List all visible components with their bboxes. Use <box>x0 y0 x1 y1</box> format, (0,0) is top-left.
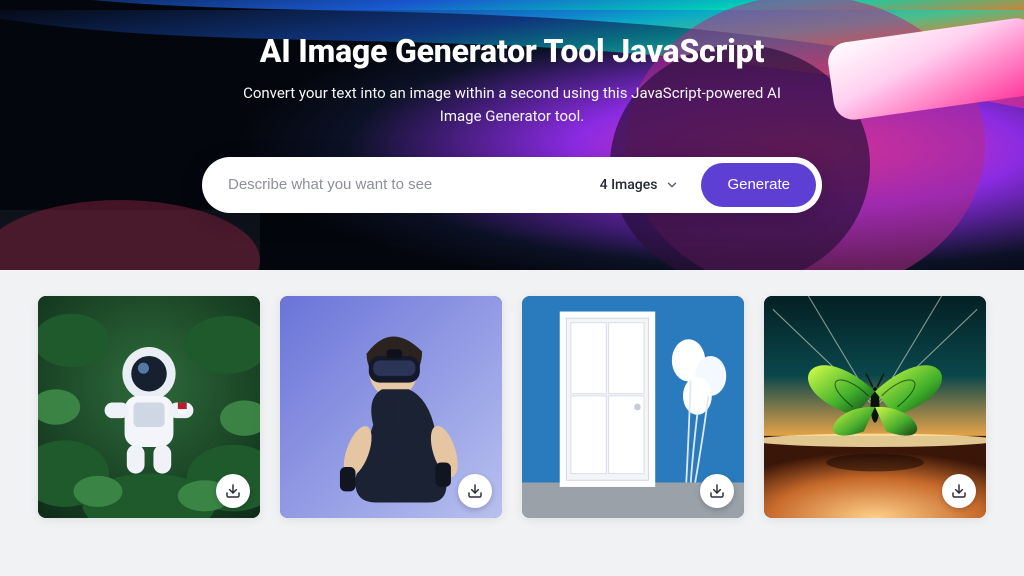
result-card <box>38 296 260 518</box>
download-button[interactable] <box>216 474 250 508</box>
prompt-input[interactable] <box>228 176 578 193</box>
page-title: AI Image Generator Tool JavaScript <box>260 32 764 70</box>
page-subtitle: Convert your text into an image within a… <box>232 82 792 129</box>
download-button[interactable] <box>458 474 492 508</box>
download-button[interactable] <box>700 474 734 508</box>
download-button[interactable] <box>942 474 976 508</box>
image-count-label: 4 Images <box>600 177 658 193</box>
result-card <box>764 296 986 518</box>
download-icon <box>467 483 483 499</box>
image-count-select[interactable]: 4 Images <box>592 177 688 193</box>
chevron-down-icon <box>665 178 679 192</box>
results-gallery <box>0 270 1024 518</box>
hero-section: AI Image Generator Tool JavaScript Conve… <box>0 0 1024 270</box>
download-icon <box>951 483 967 499</box>
result-card <box>280 296 502 518</box>
download-icon <box>709 483 725 499</box>
prompt-bar: 4 Images Generate <box>202 157 822 213</box>
download-icon <box>225 483 241 499</box>
result-card <box>522 296 744 518</box>
generate-button[interactable]: Generate <box>701 163 816 207</box>
